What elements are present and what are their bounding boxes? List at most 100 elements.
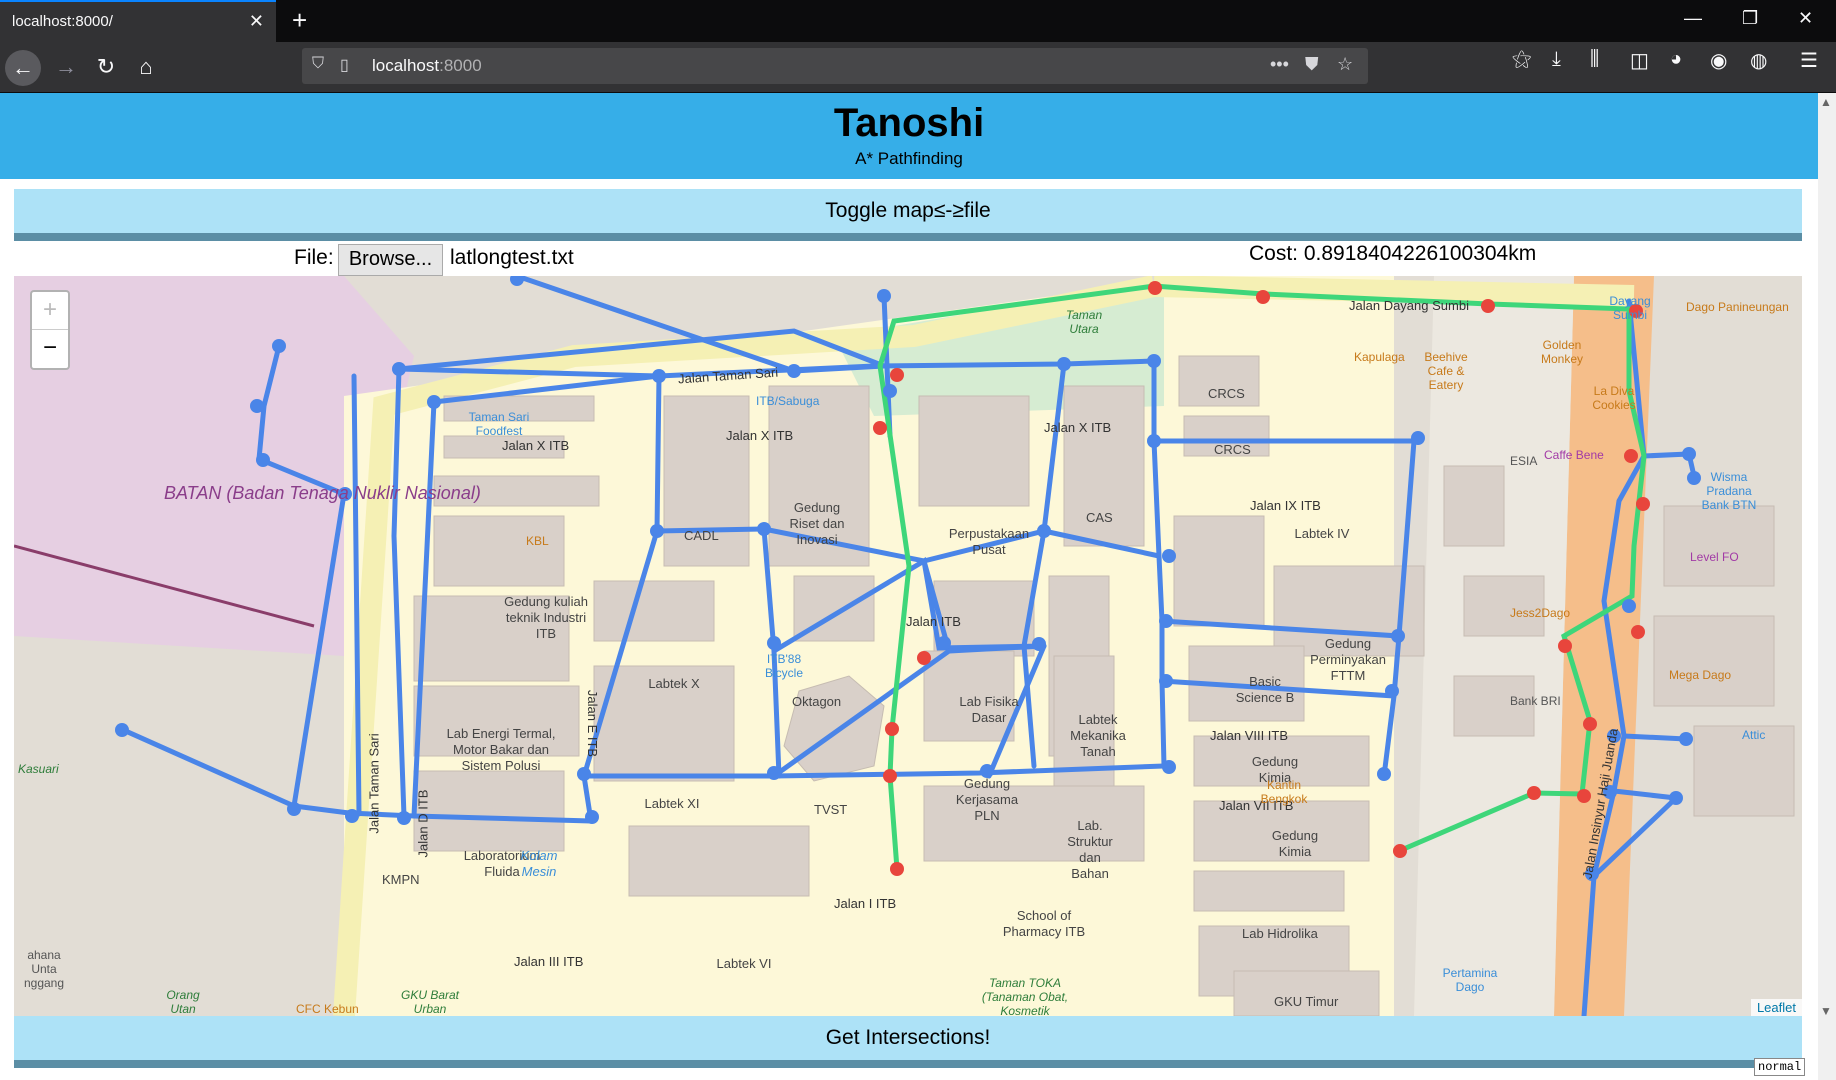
graph-node <box>787 364 801 378</box>
sync-icon[interactable]: ◍ <box>1750 48 1767 73</box>
graph-node <box>1147 434 1161 448</box>
street-label: Jalan X ITB <box>1044 420 1112 435</box>
path-node <box>890 862 904 876</box>
poi-label: La Diva Cookies <box>1592 384 1636 412</box>
building-label: Oktagon <box>792 694 842 709</box>
building-label: Gedung Perminyakan FTTM <box>1310 636 1386 683</box>
map-view[interactable]: BATAN (Badan Tenaga Nuklir Nasional) Jal… <box>14 276 1802 1016</box>
path-node <box>883 769 897 783</box>
downloads-icon[interactable]: ⤓ <box>1552 48 1561 71</box>
url-text[interactable]: localhost:8000 <box>372 56 482 76</box>
pocket-icon[interactable]: ⛊ <box>1305 54 1319 75</box>
batan-label: BATAN (Badan Tenaga Nuklir Nasional) <box>164 483 481 503</box>
path-node <box>1583 717 1597 731</box>
zoom-in-button[interactable]: + <box>32 292 68 330</box>
reading-list-icon[interactable]: ⚝ <box>1512 48 1531 71</box>
graph-node <box>250 399 264 413</box>
building-block <box>1653 615 1775 707</box>
graph-node <box>1411 431 1425 445</box>
graph-edge <box>1621 733 1689 742</box>
menu-icon[interactable]: ☰ <box>1800 48 1818 73</box>
graph-node <box>937 636 951 650</box>
street-label: Jalan I ITB <box>834 896 897 911</box>
sidebar-icon[interactable]: ◫ <box>1630 48 1649 73</box>
building-label: Labtek X <box>648 676 700 691</box>
shield-icon[interactable]: ⛉ <box>312 55 324 73</box>
leaflet-attribution-link[interactable]: Leaflet <box>1750 999 1802 1016</box>
path-node <box>873 421 887 435</box>
building-label: TVST <box>814 802 848 817</box>
restore-icon[interactable]: ❐ <box>1742 8 1758 29</box>
building-block <box>433 515 565 587</box>
zoom-out-button[interactable]: − <box>32 330 68 367</box>
poi-label: Beehive Cafe & Eatery <box>1424 350 1468 392</box>
graph-node <box>883 384 897 398</box>
poi-label: CFC Kebun <box>296 1002 359 1016</box>
graph-node <box>1682 447 1696 461</box>
street-label: Jalan Taman Sari <box>366 733 382 834</box>
building-label: Gedung Kimia <box>1271 828 1319 859</box>
bookmark-star-icon[interactable]: ☆ <box>1337 54 1353 75</box>
page-scrollbar[interactable]: ▲ ▼ <box>1818 93 1836 1080</box>
street-label: Jalan X ITB <box>726 428 794 443</box>
path-node <box>1527 786 1541 800</box>
browser-titlebar: localhost:8000/ ✕ + — ❐ ✕ <box>0 0 1836 42</box>
poi-label: Kapulaga <box>1354 350 1405 364</box>
graph-node <box>757 522 771 536</box>
get-intersections-button[interactable]: Get Intersections! <box>14 1016 1802 1068</box>
pond-label: Kolam Mesin <box>520 848 558 879</box>
minimize-icon[interactable]: — <box>1684 8 1702 29</box>
poi-label: Caffe Bene <box>1544 448 1604 462</box>
tab-close-icon[interactable]: ✕ <box>249 11 264 32</box>
graph-node <box>345 809 359 823</box>
graph-node <box>877 289 891 303</box>
reload-button[interactable]: ↻ <box>90 51 122 83</box>
cost-readout: Cost: 0.8918404226100304km <box>1249 242 1537 265</box>
poi-label: Mega Dago <box>1669 668 1732 682</box>
building-label: Basic Science B <box>1235 674 1295 705</box>
toggle-map-file-button[interactable]: Toggle map≤-≥file <box>14 189 1802 241</box>
building-label: Lab Hidrolika <box>1242 926 1318 941</box>
extension-icon[interactable]: ◉ <box>1710 48 1727 73</box>
page-subtitle: A* Pathfinding <box>855 149 963 168</box>
building-label: CAS <box>1086 510 1113 525</box>
file-name: latlongtest.txt <box>450 246 574 269</box>
poi-label: Taman TOKA (Tanaman Obat, Kosmetik <box>981 976 1069 1016</box>
close-window-icon[interactable]: ✕ <box>1798 8 1813 29</box>
path-node <box>1624 449 1638 463</box>
page-info-icon[interactable]: ▯ <box>340 55 349 75</box>
graph-node <box>1679 732 1693 746</box>
street-label: Jalan Dayang Sumbi <box>1349 298 1469 313</box>
new-tab-button[interactable]: + <box>292 5 307 36</box>
forward-button[interactable]: → <box>50 51 82 83</box>
poi-label: Taman Sari Foodfest <box>468 410 530 438</box>
scroll-up-icon[interactable]: ▲ <box>1820 95 1832 109</box>
avatar-icon[interactable]: ◕ <box>1670 48 1682 71</box>
building-label: Labtek Mekanika Tanah <box>1070 712 1126 759</box>
path-node <box>1256 290 1270 304</box>
browser-navbar: ← → ↻ ⌂ ⛉ ▯ localhost:8000 ••• ⛊ ☆ ⚝ ⤓ ⫼… <box>0 42 1836 93</box>
home-button[interactable]: ⌂ <box>130 51 162 83</box>
zoom-control: + − <box>30 290 70 370</box>
poi-label: ITB/Sabuga <box>756 394 820 408</box>
scroll-down-icon[interactable]: ▼ <box>1820 1004 1832 1018</box>
graph-node <box>1162 549 1176 563</box>
poi-label: ITB'88 Bicycle <box>764 652 803 680</box>
map-canvas[interactable] <box>14 276 1802 1016</box>
page-actions-icon[interactable]: ••• <box>1270 54 1289 75</box>
building-label: Labtek VI <box>716 956 772 971</box>
building-label: Perpustakaan Pusat <box>948 526 1030 557</box>
building-label: Labtek XI <box>644 796 700 811</box>
file-label: File: <box>294 246 334 269</box>
url-bar[interactable]: ⛉ ▯ localhost:8000 ••• ⛊ ☆ <box>302 48 1368 84</box>
building-block <box>1663 505 1775 587</box>
browser-tab[interactable]: localhost:8000/ ✕ <box>0 0 276 42</box>
street-label: Jalan ITB <box>906 614 961 629</box>
path-node <box>1481 299 1495 313</box>
graph-node <box>392 362 406 376</box>
building-label: KMPN <box>382 872 420 887</box>
browse-button[interactable]: Browse... <box>338 244 443 276</box>
back-button[interactable]: ← <box>5 50 41 86</box>
library-icon[interactable]: ⫼ <box>1590 48 1599 71</box>
poi-label: ahana Unta nggang <box>23 948 65 990</box>
